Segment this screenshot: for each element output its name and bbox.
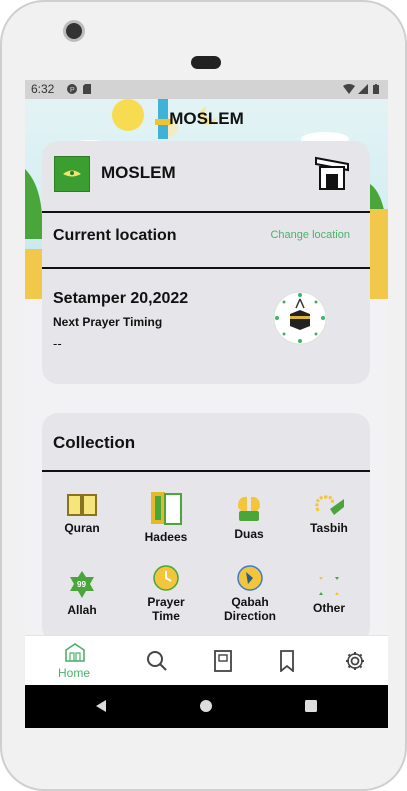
current-location-label: Current location bbox=[53, 227, 177, 244]
bookmark-icon bbox=[280, 650, 294, 672]
mosque-gate-icon bbox=[315, 156, 349, 190]
card-divider bbox=[42, 211, 370, 213]
date-label: Setamper 20,2022 bbox=[53, 290, 189, 307]
collection-item-tasbih[interactable]: Tasbih bbox=[299, 493, 359, 535]
bottom-navigation: Home bbox=[25, 635, 388, 686]
notification-p-icon: P bbox=[67, 84, 77, 94]
nav-settings[interactable] bbox=[318, 636, 388, 686]
nav-bookmarks[interactable] bbox=[252, 636, 324, 686]
signal-icon bbox=[358, 84, 368, 94]
tasbih-beads-icon bbox=[315, 495, 344, 515]
status-bar: 6:32 P bbox=[25, 80, 388, 99]
earpiece-speaker bbox=[191, 56, 221, 69]
next-prayer-value: -- bbox=[53, 336, 62, 351]
nav-search[interactable] bbox=[120, 636, 192, 686]
collection-item-qabah-direction[interactable]: Qabah Direction bbox=[214, 565, 286, 623]
collection-item-label: Prayer Time bbox=[147, 595, 185, 623]
svg-text:P: P bbox=[70, 87, 75, 94]
battery-icon bbox=[373, 84, 379, 94]
phone-frame: 6:32 P MOSLEM MOSLEM Current location Ch… bbox=[0, 0, 407, 791]
collection-item-label: Qabah Direction bbox=[223, 595, 276, 623]
recents-icon[interactable] bbox=[304, 699, 318, 713]
collection-card: Collection Quran Hadees Duas Tasbih 99 A… bbox=[42, 413, 370, 643]
collection-item-duas[interactable]: Duas bbox=[219, 493, 279, 541]
app-logo bbox=[54, 156, 90, 192]
collection-item-hadees[interactable]: Hadees bbox=[133, 490, 199, 544]
compass-icon bbox=[237, 565, 263, 591]
home-circle-icon[interactable] bbox=[199, 699, 213, 713]
collection-item-label: Duas bbox=[234, 527, 264, 541]
collection-item-label: Allah bbox=[67, 603, 97, 617]
home-icon bbox=[65, 643, 85, 662]
collection-title: Collection bbox=[53, 433, 136, 452]
hadees-book-icon bbox=[151, 492, 182, 525]
front-camera bbox=[66, 23, 82, 39]
collection-item-other[interactable]: Other bbox=[299, 575, 359, 615]
collection-item-prayer-time[interactable]: Prayer Time bbox=[133, 565, 199, 623]
collection-item-label: Tasbih bbox=[310, 521, 348, 535]
collection-item-label: Hadees bbox=[144, 530, 188, 544]
sd-card-icon bbox=[83, 84, 91, 94]
nav-home-label: Home bbox=[57, 666, 90, 680]
collection-item-quran[interactable]: Quran bbox=[52, 493, 112, 535]
collection-item-label: Quran bbox=[64, 521, 100, 535]
kaaba-compass-icon[interactable] bbox=[273, 291, 327, 345]
collection-divider bbox=[42, 470, 370, 472]
nav-library[interactable] bbox=[187, 636, 259, 686]
book-icon bbox=[214, 650, 232, 672]
next-prayer-label: Next Prayer Timing bbox=[53, 315, 163, 329]
allah-names-icon: 99 bbox=[70, 571, 94, 598]
status-time: 6:32 bbox=[31, 82, 55, 96]
collection-item-allah[interactable]: 99 Allah bbox=[52, 571, 112, 617]
prayer-clock-icon bbox=[153, 565, 179, 591]
screen: 6:32 P MOSLEM MOSLEM Current location Ch… bbox=[25, 80, 388, 728]
collection-item-label: Other bbox=[312, 601, 345, 615]
card-app-name: MOSLEM bbox=[101, 163, 176, 182]
location-card: MOSLEM Current location Change location … bbox=[42, 141, 370, 384]
search-icon bbox=[147, 651, 167, 671]
system-navigation-bar bbox=[25, 685, 388, 728]
change-location-link[interactable]: Change location bbox=[270, 229, 350, 241]
other-dots-icon bbox=[319, 577, 339, 595]
nav-home[interactable]: Home bbox=[38, 636, 110, 686]
card-divider bbox=[42, 267, 370, 269]
settings-icon bbox=[346, 652, 364, 670]
svg-text:99: 99 bbox=[77, 580, 86, 589]
praying-hands-icon bbox=[238, 496, 260, 521]
wifi-icon bbox=[343, 84, 355, 94]
app-title: MOSLEM bbox=[169, 109, 244, 128]
back-icon[interactable] bbox=[94, 699, 108, 713]
quran-book-icon bbox=[67, 494, 97, 516]
